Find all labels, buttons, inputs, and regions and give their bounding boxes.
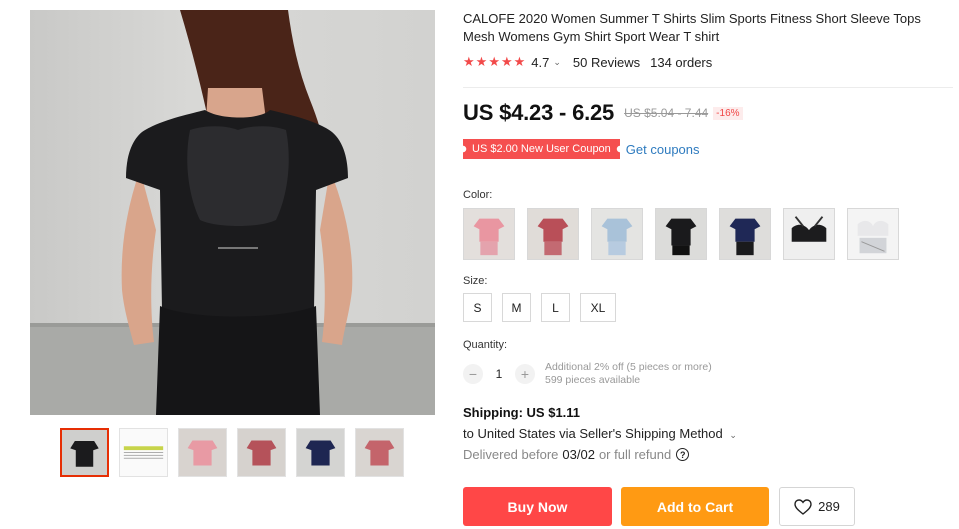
current-price: US $4.23 - 6.25 (463, 100, 615, 125)
size-option-m[interactable]: M (502, 293, 531, 322)
star-rating: ★ ★ ★ ★ ★ (463, 54, 525, 70)
help-icon[interactable]: ? (676, 448, 690, 461)
star-icon: ★ (488, 54, 500, 69)
delivered-before-label: Delivered before (463, 447, 559, 462)
refund-note: or full refund (598, 447, 672, 462)
size-label: Size: (463, 275, 488, 287)
star-icon: ★ (500, 54, 513, 69)
size-option-s[interactable]: S (463, 293, 492, 322)
wishlist-button[interactable]: 289 (779, 487, 855, 526)
thumbnail-size-chart[interactable] (119, 428, 168, 477)
add-to-cart-button[interactable]: Add to Cart (621, 487, 769, 526)
thumbnail-black-shirt[interactable] (60, 428, 109, 477)
color-option-navy[interactable] (719, 208, 771, 260)
main-product-image[interactable] (30, 10, 435, 415)
buy-now-button[interactable]: Buy Now (463, 487, 612, 526)
thumbnail-navy-shirt[interactable] (296, 428, 345, 477)
chevron-down-icon[interactable]: ⌄ (553, 57, 561, 68)
thumbnail-strip (60, 428, 404, 477)
star-icon: ★ (463, 54, 475, 69)
rating-row: ★ ★ ★ ★ ★ 4.7 ⌄ 50 Reviews 134 orders (463, 54, 712, 70)
delivery-info: Delivered before 03/02 or full refund ? (463, 447, 690, 462)
size-option-xl[interactable]: XL (580, 293, 616, 322)
divider (463, 87, 953, 88)
chevron-down-icon[interactable]: ⌄ (729, 430, 737, 440)
quantity-label: Quantity: (463, 339, 508, 351)
reviews-link[interactable]: 50 Reviews (573, 55, 640, 70)
heart-icon (794, 498, 812, 515)
orders-count: 134 orders (650, 54, 713, 70)
pieces-available: 599 pieces available (545, 374, 641, 386)
color-option-pink[interactable] (463, 208, 515, 260)
get-coupons-link[interactable]: Get coupons (626, 142, 700, 157)
product-title: CALOFE 2020 Women Summer T Shirts Slim S… (463, 11, 921, 44)
color-option-red[interactable] (527, 208, 579, 260)
quantity-value[interactable]: 1 (483, 367, 515, 381)
quantity-increase-button[interactable]: + (515, 364, 535, 384)
thumbnail-red-shirt[interactable] (237, 428, 286, 477)
color-option-black[interactable] (655, 208, 707, 260)
shipping-cost: Shipping: US $1.11 (463, 405, 581, 420)
thumbnail-pink-shirt[interactable] (178, 428, 227, 477)
color-options (463, 208, 899, 260)
coupon-row: US $2.00 New User Coupon Get coupons (463, 139, 700, 159)
size-options: S M L XL (463, 293, 616, 322)
color-option-black-bra[interactable] (783, 208, 835, 260)
shipping-method-text: to United States via Seller's Shipping M… (463, 426, 723, 441)
bulk-discount-note: Additional 2% off (5 pieces or more) (545, 361, 712, 373)
star-icon: ★ (513, 54, 526, 69)
quantity-stepper: − 1 + Additional 2% off (5 pieces or mor… (463, 361, 712, 387)
rating-value[interactable]: 4.7 (531, 55, 549, 70)
color-option-white-set[interactable] (847, 208, 899, 260)
star-icon: ★ (475, 54, 488, 69)
discount-badge: -16% (713, 106, 743, 120)
original-price: US $5.04 - 7.44 (624, 106, 709, 120)
quantity-decrease-button[interactable]: − (463, 364, 483, 384)
quantity-info: Additional 2% off (5 pieces or more) 599… (545, 361, 712, 387)
thumbnail-red-shirt-2[interactable] (355, 428, 404, 477)
delivery-date: 03/02 (562, 447, 595, 462)
price-row: US $4.23 - 6.25 US $5.04 - 7.44 -16% (463, 100, 743, 126)
model-back-illustration (121, 10, 353, 415)
new-user-coupon-badge[interactable]: US $2.00 New User Coupon (463, 139, 620, 159)
color-label: Color: (463, 189, 493, 201)
shipping-method-selector[interactable]: to United States via Seller's Shipping M… (463, 426, 749, 441)
wishlist-count: 289 (818, 499, 840, 514)
size-option-l[interactable]: L (541, 293, 570, 322)
color-option-light-blue[interactable] (591, 208, 643, 260)
